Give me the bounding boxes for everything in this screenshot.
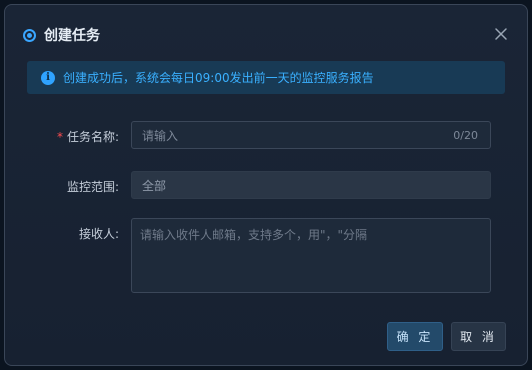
info-alert: i 创建成功后，系统会每日09:00发出前一天的监控服务报告 <box>27 61 505 94</box>
task-name-label: * 任务名称: <box>56 130 119 144</box>
create-task-dialog: 创建任务 i 创建成功后，系统会每日09:00发出前一天的监控服务报告 * 任务名… <box>4 4 528 366</box>
recipients-placeholder: 请输入收件人邮箱，支持多个，用"，"分隔 <box>140 228 368 242</box>
confirm-button[interactable]: 确 定 <box>387 322 443 351</box>
dialog-header: 创建任务 <box>23 25 509 45</box>
dialog-title: 创建任务 <box>44 28 100 44</box>
recipients-label: 接收人: <box>78 227 119 241</box>
close-icon[interactable] <box>493 26 509 42</box>
scope-field: 全部 <box>131 171 491 199</box>
scope-value: 全部 <box>142 178 167 193</box>
cancel-button[interactable]: 取 消 <box>451 322 506 351</box>
required-mark: * <box>56 130 63 144</box>
task-name-row: * 任务名称: 请输入 0/20 <box>5 121 527 149</box>
recipients-textarea[interactable]: 请输入收件人邮箱，支持多个，用"，"分隔 <box>131 218 491 293</box>
scope-label: 监控范围: <box>66 180 119 194</box>
alert-text: 创建成功后，系统会每日09:00发出前一天的监控服务报告 <box>63 71 374 85</box>
char-counter: 0/20 <box>453 128 478 142</box>
radio-target-icon <box>23 28 36 42</box>
scope-row: 监控范围: 全部 <box>5 171 527 199</box>
task-name-input[interactable]: 请输入 0/20 <box>131 121 491 149</box>
task-name-placeholder: 请输入 <box>142 128 179 143</box>
recipients-row: 接收人: 请输入收件人邮箱，支持多个，用"，"分隔 <box>5 218 527 293</box>
info-icon: i <box>41 70 55 85</box>
